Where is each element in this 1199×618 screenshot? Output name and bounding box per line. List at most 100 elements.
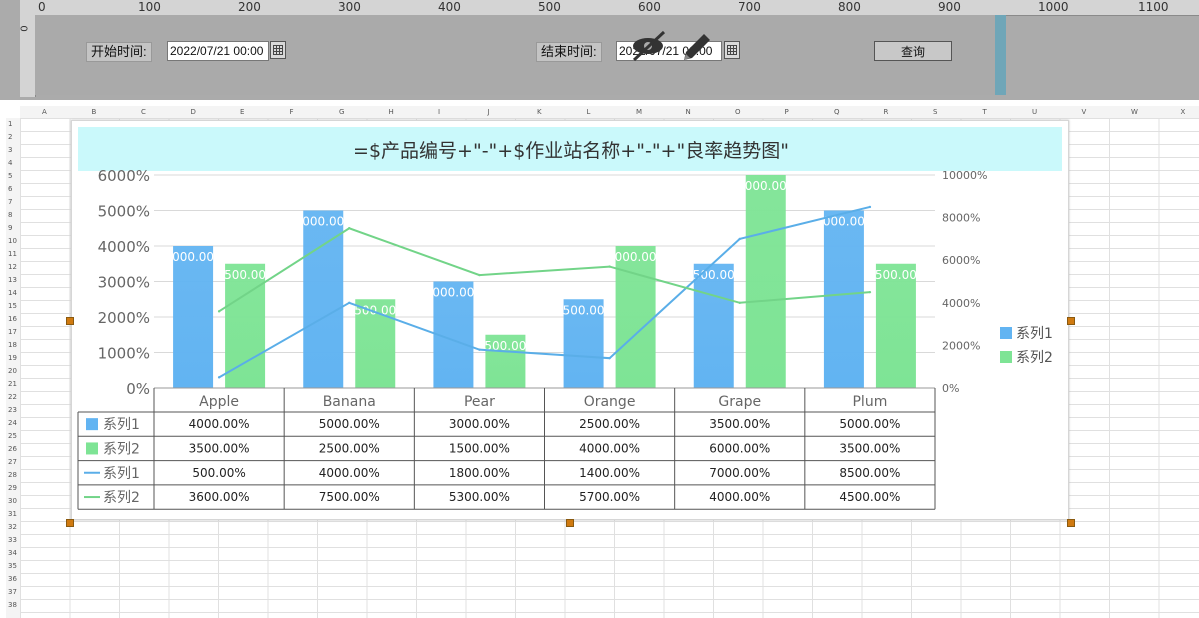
table-cell: 7500.00% [319,490,380,504]
table-cell: 6000.00% [709,441,770,455]
line-point [348,301,351,304]
line-point [738,237,741,241]
bar [823,210,864,388]
table-cell: 4000.00% [579,441,640,455]
legend-swatch [1000,327,1012,339]
y-left-tick: 0% [126,380,150,398]
table-legend-swatch [86,418,98,431]
table-cell: 3500.00% [189,441,250,455]
row-number: 38 [8,601,17,609]
table-cell: 5300.00% [449,490,510,504]
row-number: 2 [8,133,13,141]
resize-handle[interactable] [1067,519,1075,527]
line-point [608,265,611,268]
chart-title: =$产品编号+"-"+$作业站名称+"-"+"良率趋势图" [353,140,789,162]
ruler-mark: 300 [338,0,361,14]
column-letter: S [933,108,938,116]
row-number: 11 [8,250,17,258]
row-number: 3 [8,146,13,154]
ruler-mark: 400 [438,0,461,14]
column-letter: R [883,108,889,116]
row-number: 5 [8,172,13,180]
table-row-label: 系列1 [103,466,140,482]
column-letter: W [1131,108,1138,116]
table-cell: 3600.00% [189,490,250,504]
column-letter: J [487,108,490,116]
row-number: 16 [8,315,17,323]
x-category-label: Plum [852,394,887,410]
resize-handle[interactable] [66,519,74,527]
bar-data-label: 000.00 [432,286,474,300]
row-number: 18 [8,341,17,349]
column-letter: X [1180,108,1186,116]
ruler-mark: 600 [638,0,661,14]
row-number: 27 [8,458,17,466]
line-point [868,205,872,209]
bar-data-label: 000.00 [745,179,787,193]
ruler-mark: 900 [938,0,961,14]
ruler-mark: 0 [19,25,31,32]
y-left-tick: 5000% [98,203,150,221]
legend-label: 系列2 [1016,350,1053,366]
y-right-tick: 6000% [942,254,980,267]
column-letter: E [240,108,245,116]
row-number: 25 [8,432,17,440]
horizontal-ruler: 0 100 200 300 400 500 600 700 800 900 1000 1100 [20,0,1199,16]
column-letter: K [537,108,542,116]
bar-data-label: 500.00 [693,268,735,282]
row-number: 30 [8,497,17,505]
line-point [478,348,481,351]
bar [615,246,656,388]
bar-data-label: 500.00 [563,303,605,317]
row-number: 12 [8,263,17,271]
resize-handle[interactable] [66,317,74,325]
table-cell: 8500.00% [839,466,900,480]
resize-handle[interactable] [1067,317,1075,325]
panel-resize-strip[interactable] [995,15,1006,95]
end-calendar-button[interactable] [724,41,740,59]
bar-data-label: 000.00 [615,250,657,264]
column-letter: G [339,108,345,116]
row-number: 31 [8,510,17,518]
bar [303,210,344,388]
row-number: 20 [8,367,17,375]
table-row-label: 系列2 [103,490,140,506]
x-category-label: Banana [323,394,376,410]
table-row-label: 系列1 [103,417,140,433]
table-cell: 5000.00% [839,417,900,431]
column-letter: U [1032,108,1038,116]
ruler-mark: 700 [738,0,761,14]
line-point [217,310,221,313]
table-row-label: 系列2 [103,441,140,457]
vertical-ruler: 0 [20,15,36,97]
x-category-label: Grape [718,394,761,410]
table-cell: 4000.00% [189,417,250,431]
bar [173,246,214,388]
row-number: 1 [8,120,13,128]
query-button[interactable]: 查询 [874,41,952,61]
calendar-icon [273,45,283,55]
column-letter: F [289,108,294,116]
y-left-tick: 3000% [98,274,150,292]
line-point [738,301,741,304]
chart-component[interactable]: =$产品编号+"-"+$作业站名称+"-"+"良率趋势图" 0% 1000% 2000… [71,120,1069,520]
row-number: 9 [8,224,13,232]
ruler-mark: 800 [838,0,861,14]
bar-data-label: 500.00 [224,268,266,282]
pencil-icon[interactable] [684,34,710,60]
row-number: 36 [8,575,17,583]
table-cell: 500.00% [192,466,245,480]
resize-handle[interactable] [566,519,574,527]
column-letter: H [388,108,394,116]
line-point [478,273,481,277]
table-cell: 3000.00% [449,417,510,431]
bar [745,175,786,388]
eye-slash-icon[interactable] [632,30,666,62]
start-time-input[interactable]: 2022/07/21 00:00 [167,41,269,61]
end-time-label: 结束时间: [536,42,602,62]
start-calendar-button[interactable] [270,41,286,59]
column-letter: B [91,108,97,116]
line-point [868,290,872,294]
row-number: 17 [8,328,17,336]
row-number: 26 [8,445,17,453]
